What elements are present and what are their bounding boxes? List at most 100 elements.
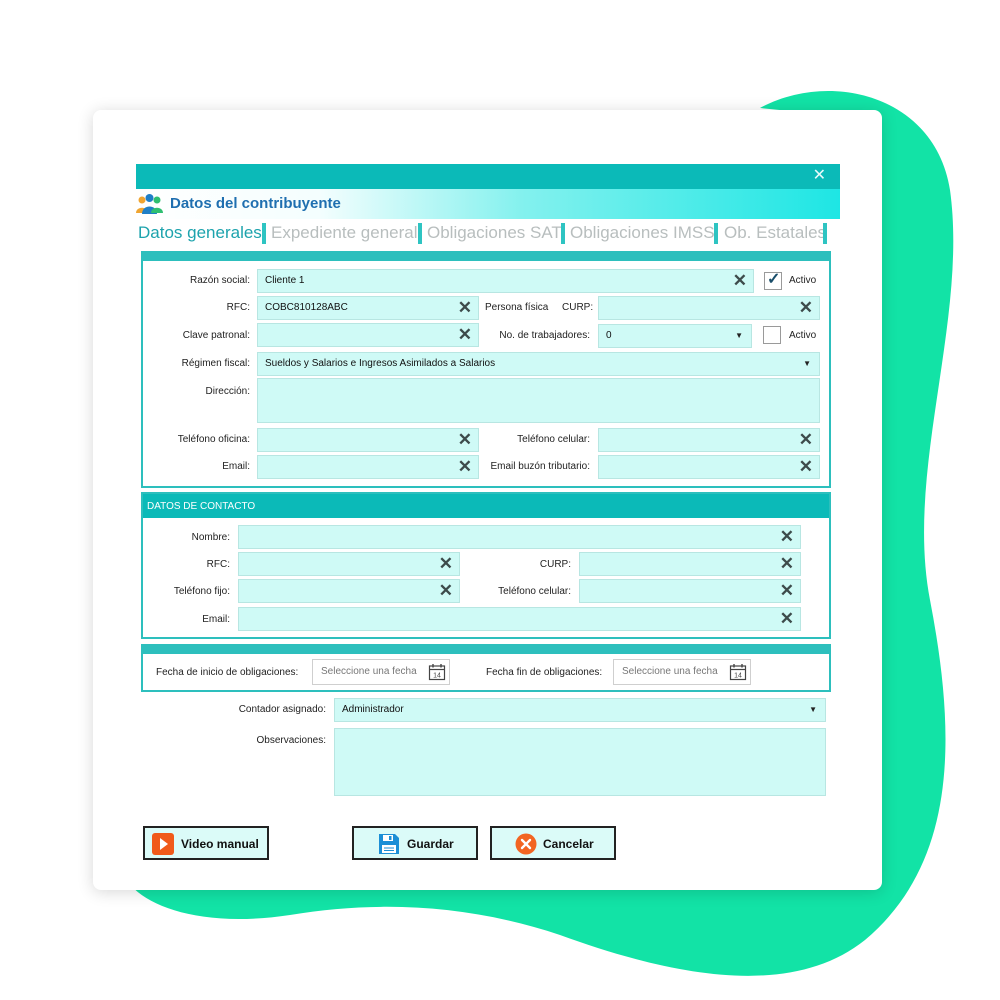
clear-icon[interactable]: ✕ [458,429,472,451]
rfc-input[interactable]: COBC810128ABC ✕ [257,296,479,320]
regimen-fiscal-select[interactable]: Sueldos y Salarios e Ingresos Asimilados… [257,352,820,376]
video-manual-button[interactable]: Video manual [143,826,269,860]
title-bar: ✕ [136,164,840,189]
tab-separator [561,223,565,244]
contacto-telefono-fijo-input[interactable]: ✕ [238,579,460,603]
no-trabajadores-select[interactable]: 0 ▼ [598,324,752,348]
telefono-celular-label: Teléfono celular: [517,434,590,445]
curp-label: CURP: [562,302,594,313]
contador-asignado-label: Contador asignado: [238,704,326,715]
clear-icon[interactable]: ✕ [458,456,472,478]
window-title: Datos del contribuyente [170,195,341,212]
clear-icon[interactable]: ✕ [780,526,794,548]
tab-separator [823,223,827,244]
persona-fisica-label: Persona física [485,302,549,313]
contador-asignado-value: Administrador [342,704,404,715]
calendar-icon[interactable]: 14 [729,663,747,681]
contacto-telefono-celular-label: Teléfono celular: [498,586,571,597]
chevron-down-icon[interactable]: ▼ [803,353,811,375]
guardar-button[interactable]: Guardar [352,826,478,860]
contacto-nombre-label: Nombre: [191,532,230,543]
telefono-oficina-input[interactable]: ✕ [257,428,479,452]
contacto-curp-label: CURP: [539,559,571,570]
contacto-nombre-input[interactable]: ✕ [238,525,801,549]
clear-icon[interactable]: ✕ [458,297,472,319]
video-manual-label: Video manual [181,837,259,851]
clear-icon[interactable]: ✕ [799,456,813,478]
razon-social-input[interactable]: Cliente 1 ✕ [257,269,754,293]
regimen-fiscal-label: Régimen fiscal: [181,358,250,369]
close-icon[interactable]: ✕ [813,166,826,186]
email-buzon-label: Email buzón tributario: [490,461,591,472]
fecha-inicio-picker[interactable]: Seleccione una fecha 14 [312,659,450,685]
save-icon [379,834,399,854]
clear-icon[interactable]: ✕ [780,580,794,602]
contacto-email-input[interactable]: ✕ [238,607,801,631]
direccion-textarea[interactable] [257,378,820,423]
fecha-fin-picker[interactable]: Seleccione una fecha 14 [613,659,751,685]
play-icon [152,833,174,855]
fecha-inicio-placeholder: Seleccione una fecha [321,666,417,677]
razon-social-label: Razón social: [189,275,250,286]
calendar-day: 14 [734,673,742,680]
no-trabajadores-label: No. de trabajadores: [499,330,590,341]
clave-patronal-label: Clave patronal: [182,330,250,341]
cancelar-button[interactable]: Cancelar [490,826,616,860]
contacto-section-header: DATOS DE CONTACTO [143,494,829,518]
clear-icon[interactable]: ✕ [439,580,453,602]
calendar-day: 14 [433,673,441,680]
contacto-rfc-input[interactable]: ✕ [238,552,460,576]
clear-icon[interactable]: ✕ [733,270,747,292]
contacto-curp-input[interactable]: ✕ [579,552,801,576]
telefono-oficina-label: Teléfono oficina: [177,434,250,445]
guardar-label: Guardar [407,837,454,851]
regimen-fiscal-value: Sueldos y Salarios e Ingresos Asimilados… [265,358,496,369]
chevron-down-icon[interactable]: ▼ [735,325,743,347]
tab-separator [714,223,718,244]
clear-icon[interactable]: ✕ [780,553,794,575]
calendar-icon[interactable]: 14 [428,663,446,681]
cancelar-label: Cancelar [543,837,594,851]
tab-obligaciones-sat[interactable]: Obligaciones SAT [427,220,562,246]
cancel-icon [515,833,537,855]
clear-icon[interactable]: ✕ [780,608,794,630]
direccion-label: Dirección: [205,386,250,397]
activo-label: Activo [789,275,817,286]
no-trabajadores-value: 0 [606,330,612,341]
checkmark-icon: ✓ [767,271,781,288]
activo-trabajadores-label: Activo [789,330,817,341]
clear-icon[interactable]: ✕ [799,297,813,319]
email-input[interactable]: ✕ [257,455,479,479]
fecha-fin-placeholder: Seleccione una fecha [622,666,718,677]
contacto-email-label: Email: [202,614,230,625]
observaciones-label: Observaciones: [256,735,326,746]
fecha-fin-label: Fecha fin de obligaciones: [486,667,603,678]
chevron-down-icon[interactable]: ▼ [809,699,817,721]
tab-datos-generales[interactable]: Datos generales [138,220,262,246]
observaciones-textarea[interactable] [334,728,826,796]
clear-icon[interactable]: ✕ [458,324,472,346]
rfc-label: RFC: [226,302,250,313]
tab-ob-estatales[interactable]: Ob. Estatales [724,220,826,246]
razon-social-value: Cliente 1 [265,275,305,286]
contacto-telefono-celular-input[interactable]: ✕ [579,579,801,603]
contacto-telefono-fijo-label: Teléfono fijo: [173,586,230,597]
rfc-value: COBC810128ABC [265,302,348,313]
activo-checkbox[interactable]: ✓ [764,271,782,290]
tab-separator [418,223,422,244]
contacto-rfc-label: RFC: [206,559,230,570]
tab-obligaciones-imss[interactable]: Obligaciones IMSS [570,220,715,246]
telefono-celular-input[interactable]: ✕ [598,428,820,452]
email-buzon-input[interactable]: ✕ [598,455,820,479]
email-label: Email: [222,461,250,472]
people-group-icon [136,194,163,214]
clave-patronal-input[interactable]: ✕ [257,323,479,347]
curp-input[interactable]: ✕ [598,296,820,320]
tab-expediente-general[interactable]: Expediente general [271,220,418,246]
contador-asignado-select[interactable]: Administrador ▼ [334,698,826,722]
clear-icon[interactable]: ✕ [799,429,813,451]
contacto-section-title: DATOS DE CONTACTO [147,501,256,512]
clear-icon[interactable]: ✕ [439,553,453,575]
fecha-inicio-label: Fecha de inicio de obligaciones: [156,667,299,678]
activo-trabajadores-checkbox[interactable] [763,326,781,344]
